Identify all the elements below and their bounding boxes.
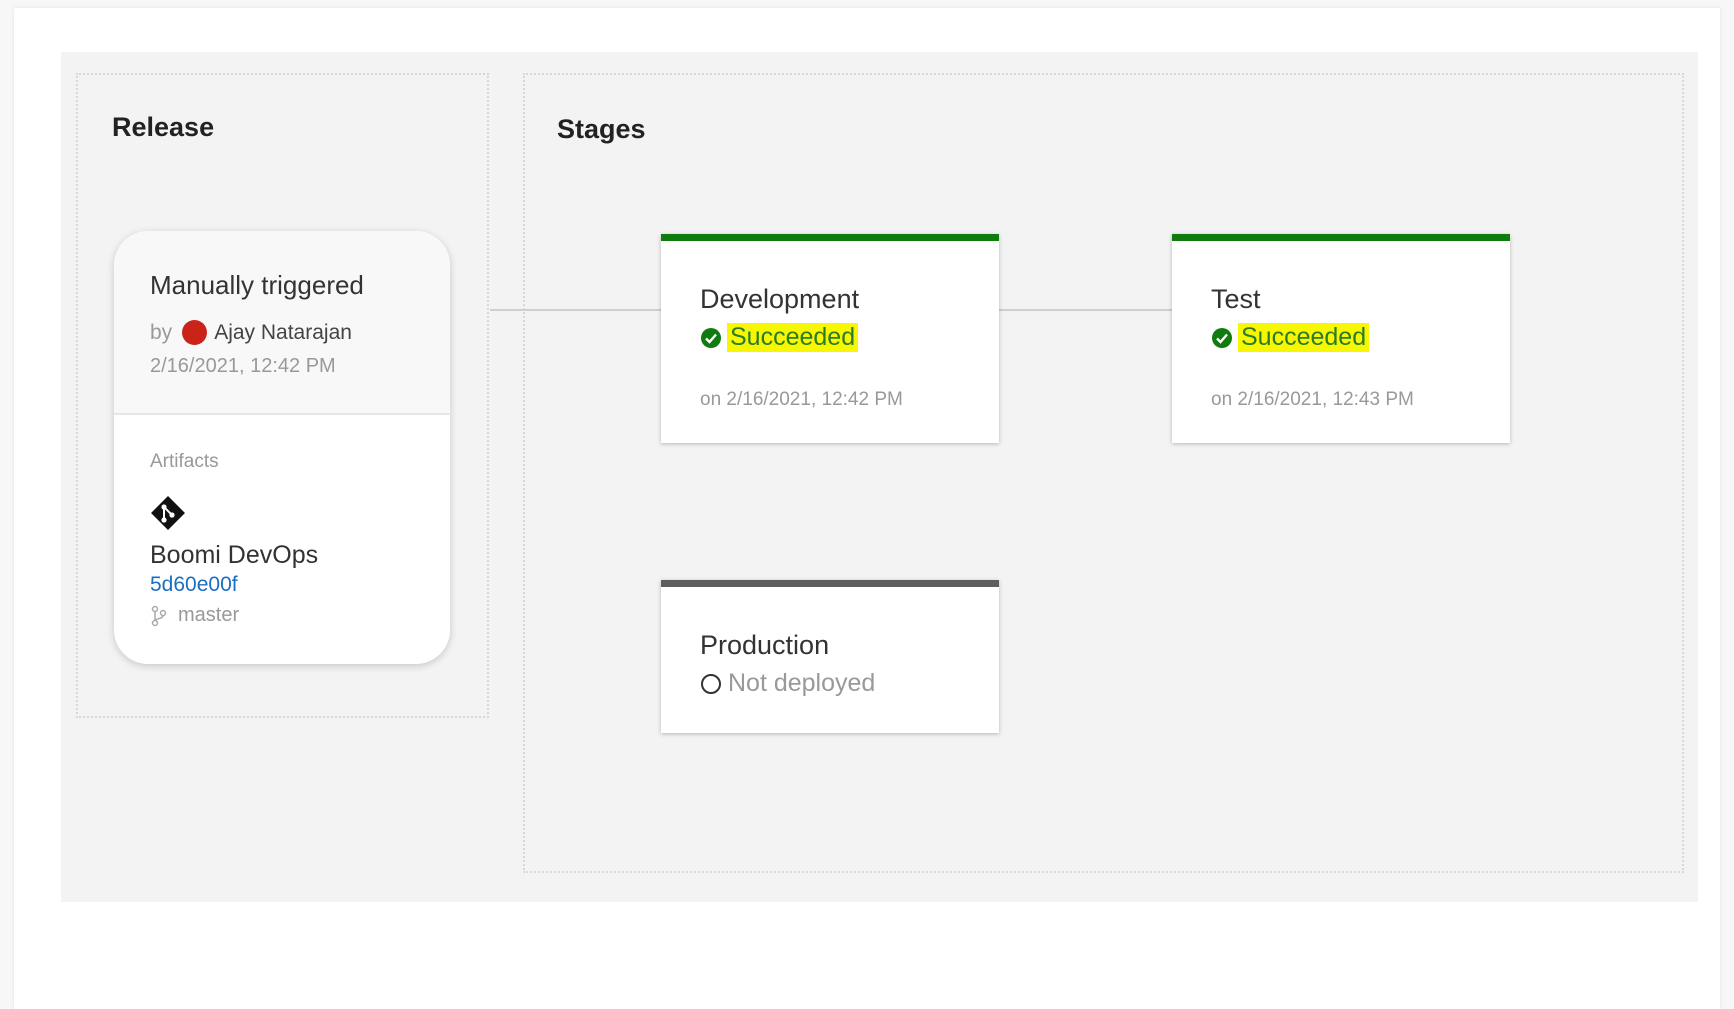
check-circle-icon <box>1212 327 1232 348</box>
commit-link[interactable]: 5d60e00f <box>150 573 238 597</box>
stages-heading: Stages <box>557 114 646 144</box>
trigger-date: 2/16/2021, 12:42 PM <box>150 355 336 377</box>
stage-timestamp: on 2/16/2021, 12:43 PM <box>1211 389 1414 410</box>
artifacts-label: Artifacts <box>150 451 219 472</box>
stage-card-production[interactable]: Production Not deployed <box>661 580 999 733</box>
stage-name: Test <box>1211 284 1261 314</box>
stages-zone <box>523 73 1684 873</box>
stage-card-development[interactable]: Development Succeeded on 2/16/2021, 12:4… <box>661 234 999 443</box>
stage-timestamp: on 2/16/2021, 12:42 PM <box>700 389 903 410</box>
empty-circle-icon <box>701 673 721 694</box>
avatar[interactable] <box>182 320 208 345</box>
status-text: Not deployed <box>728 669 876 697</box>
stage-status: Not deployed <box>700 669 875 698</box>
branch-name: master <box>178 604 240 626</box>
stage-name: Development <box>700 284 860 314</box>
status-text: Succeeded <box>727 323 859 352</box>
triggered-by-row: by Ajay Natarajan <box>150 320 352 345</box>
artifact-name: Boomi DevOps <box>150 541 319 569</box>
status-text: Succeeded <box>1238 323 1370 352</box>
check-circle-icon <box>701 327 721 348</box>
release-card[interactable]: Manually triggered by Ajay Natarajan 2/1… <box>114 231 450 664</box>
release-heading: Release <box>112 112 215 142</box>
release-card-header: Manually triggered by Ajay Natarajan 2/1… <box>114 231 450 415</box>
branch-icon <box>151 605 167 626</box>
stage-status: Succeeded <box>700 323 859 352</box>
stage-status: Succeeded <box>1211 323 1370 352</box>
by-label: by <box>150 320 173 344</box>
git-icon <box>151 496 185 530</box>
release-to-dev-connector <box>490 309 661 311</box>
dev-to-test-connector <box>999 309 1172 311</box>
stage-card-test[interactable]: Test Succeeded on 2/16/2021, 12:43 PM <box>1172 234 1510 443</box>
stage-name: Production <box>700 630 830 660</box>
trigger-text: Manually triggered <box>150 270 364 300</box>
branch-row: master <box>150 604 239 627</box>
user-name: Ajay Natarajan <box>214 320 352 344</box>
